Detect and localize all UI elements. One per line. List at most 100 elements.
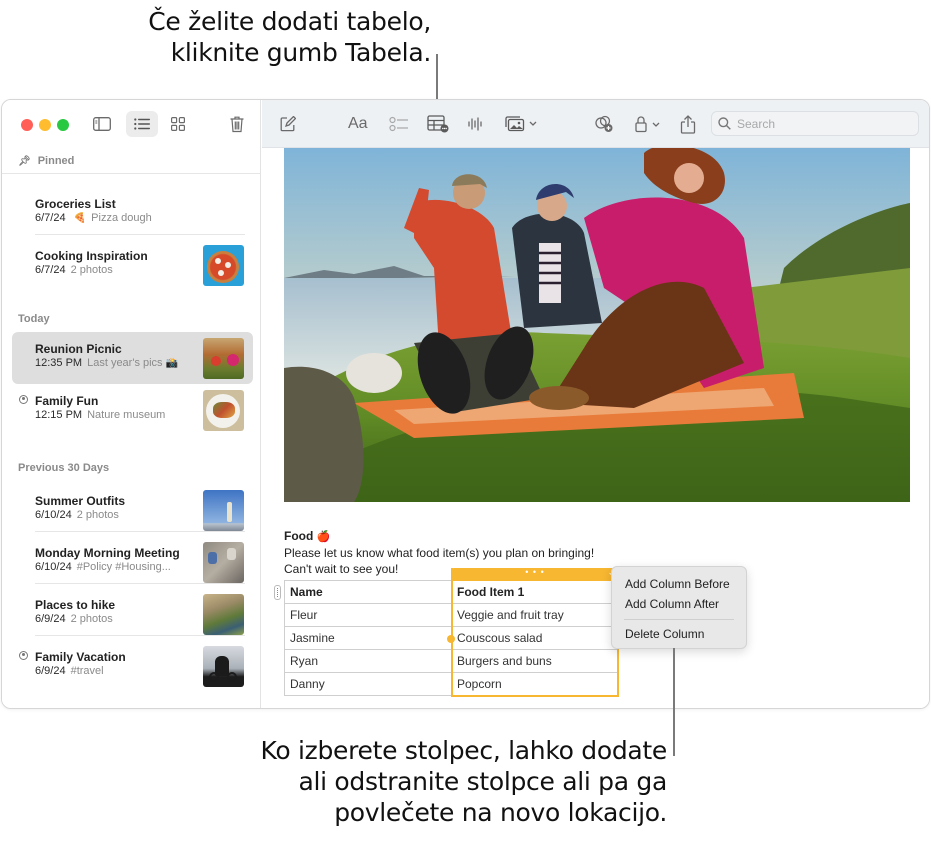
- note-thumbnail-outfit: [203, 490, 244, 531]
- note-preview: Nature museum: [87, 409, 166, 421]
- note-line: Please let us know what food item(s) you…: [284, 546, 595, 560]
- section-header-previous-30-days: Previous 30 Days: [18, 462, 110, 474]
- table-button[interactable]: [427, 112, 449, 136]
- format-button[interactable]: Aa: [348, 112, 368, 136]
- audio-button[interactable]: [467, 112, 483, 136]
- note-item-family-fun[interactable]: Family Fun 12:15 PM Nature museum: [12, 384, 253, 436]
- pinned-label: Pinned: [37, 155, 75, 167]
- close-window-button[interactable]: [21, 119, 33, 131]
- note-meta: 6/10/24 2 photos: [35, 509, 119, 521]
- note-preview: 2 photos: [76, 509, 119, 521]
- section-header-today: Today: [18, 313, 50, 325]
- table-cell[interactable]: Veggie and fruit tray: [451, 603, 618, 627]
- new-note-button[interactable]: [280, 112, 296, 136]
- note-photo-picnic: [284, 148, 910, 502]
- menu-item-add-column-before[interactable]: Add Column Before: [612, 574, 746, 594]
- table-cell[interactable]: Couscous salad: [451, 626, 618, 650]
- note-preview: 2 photos: [70, 613, 113, 625]
- search-field[interactable]: [711, 111, 919, 136]
- selection-knob[interactable]: [447, 635, 455, 643]
- annotation-column-actions: Ko izberete stolpec, lahko dodate ali od…: [107, 735, 668, 828]
- divider: [35, 583, 245, 584]
- annotation-line: povlečete na novo lokacijo.: [334, 798, 667, 827]
- note-meta: 12:15 PM Nature museum: [35, 409, 165, 421]
- shared-note-icon: [19, 395, 28, 404]
- list-view-button[interactable]: [126, 111, 158, 137]
- menu-item-delete-column[interactable]: Delete Column: [612, 624, 746, 644]
- column-drag-handle[interactable]: • • • ⌄: [451, 568, 619, 581]
- note-item-cooking-inspiration[interactable]: Cooking Inspiration 6/7/24 2 photos: [12, 239, 253, 291]
- note-item-monday-morning-meeting[interactable]: Monday Morning Meeting 6/10/24 #Policy #H…: [12, 536, 253, 588]
- search-icon: [718, 117, 731, 130]
- table-header-cell[interactable]: Name: [284, 580, 452, 604]
- table-cell[interactable]: Popcorn: [451, 672, 618, 696]
- note-meta: 12:35 PM Last year's pics 📸: [35, 357, 178, 369]
- note-thumbnail-vacation: [203, 646, 244, 687]
- note-item-groceries-list[interactable]: Groceries List 6/7/24 🍕 Pizza dough: [12, 187, 253, 239]
- note-thumbnail-pizza: [203, 245, 244, 286]
- notes-window: 📌︎ Pinned Groceries List 6/7/24 🍕 Pizza …: [1, 99, 930, 709]
- trash-icon: [230, 116, 244, 132]
- note-item-reunion-picnic[interactable]: Reunion Picnic 12:35 PM Last year's pics …: [12, 332, 253, 384]
- table-cell[interactable]: Jasmine: [284, 626, 452, 650]
- note-title: Family Vacation: [35, 650, 126, 664]
- table-cell[interactable]: Ryan: [284, 649, 452, 673]
- shared-note-icon: [19, 651, 28, 660]
- lock-icon: [635, 116, 660, 133]
- media-button[interactable]: [505, 112, 537, 136]
- menu-item-add-column-after[interactable]: Add Column After: [612, 594, 746, 614]
- note-item-summer-outfits[interactable]: Summer Outfits 6/10/24 2 photos: [12, 484, 253, 536]
- note-title: Reunion Picnic: [35, 342, 122, 356]
- chevron-down-icon: [529, 121, 537, 126]
- table-cell[interactable]: Danny: [284, 672, 452, 696]
- minimize-window-button[interactable]: [39, 119, 51, 131]
- lock-button[interactable]: [634, 112, 664, 136]
- search-input[interactable]: [737, 116, 907, 131]
- divider: [2, 173, 260, 174]
- note-thumbnail-food: [203, 390, 244, 431]
- note-title: Monday Morning Meeting: [35, 546, 180, 560]
- note-item-places-to-hike[interactable]: Places to hike 6/9/24 2 photos: [12, 588, 253, 640]
- pin-icon: 📌︎: [18, 155, 31, 167]
- audio-icon: [468, 117, 482, 131]
- table-cell[interactable]: Fleur: [284, 603, 452, 627]
- leader-line-bottom: [673, 648, 675, 756]
- table-cell[interactable]: Burgers and buns: [451, 649, 618, 673]
- share-button[interactable]: [680, 112, 696, 136]
- more-dots-icon: • • •: [525, 567, 545, 577]
- note-editor: Aa Search Food 🍎 Please let us know what…: [262, 100, 929, 708]
- zoom-window-button[interactable]: [57, 119, 69, 131]
- heading-text: Food: [284, 529, 314, 543]
- gallery-view-button[interactable]: [162, 111, 194, 137]
- media-icon: [505, 116, 537, 132]
- note-date: 12:15 PM: [35, 409, 83, 421]
- annotation-add-table: Če želite dodati tabelo, kliknite gumb T…: [11, 6, 431, 68]
- note-thumbnail-hike: [203, 594, 244, 635]
- note-title: Cooking Inspiration: [35, 249, 148, 263]
- note-preview: #travel: [70, 665, 104, 677]
- table-header-cell[interactable]: Food Item 1: [451, 580, 618, 604]
- pinned-section-header: 📌︎ Pinned: [18, 155, 74, 167]
- sidebar-toggle-button[interactable]: [86, 111, 118, 137]
- note-date: 6/7/24: [35, 212, 66, 224]
- compose-icon: [280, 116, 296, 132]
- checklist-button[interactable]: [389, 112, 409, 136]
- note-preview: Last year's pics: [87, 357, 163, 369]
- camera-icon: 📸: [165, 358, 179, 369]
- collaborate-button[interactable]: [594, 112, 614, 136]
- delete-note-button[interactable]: [221, 111, 253, 137]
- note-title: Family Fun: [35, 394, 99, 408]
- note-date: 12:35 PM: [35, 357, 83, 369]
- note-title: Groceries List: [35, 197, 116, 211]
- note-date: 6/9/24: [35, 613, 66, 625]
- note-date: 6/9/24: [35, 665, 66, 677]
- table-row: Danny Popcorn: [284, 672, 618, 696]
- table-row: Ryan Burgers and buns: [284, 649, 618, 673]
- sidebar-toggle-icon: [93, 117, 111, 131]
- row-drag-handle[interactable]: [274, 585, 281, 600]
- note-meta: 6/9/24 2 photos: [35, 613, 113, 625]
- table-icon: [427, 115, 449, 133]
- note-item-family-vacation[interactable]: Family Vacation 6/9/24 #travel: [12, 640, 253, 692]
- annotation-line: Če želite dodati tabelo,: [148, 7, 431, 36]
- note-date: 6/10/24: [35, 509, 72, 521]
